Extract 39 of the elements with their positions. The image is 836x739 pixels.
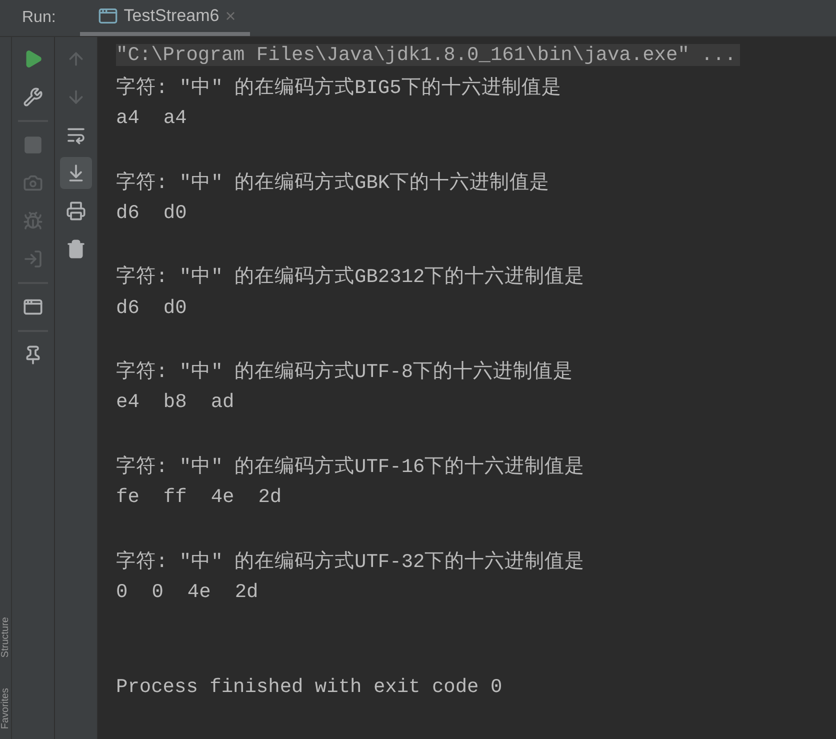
hex-value: a4 (163, 106, 187, 129)
console-tab[interactable]: TestStream6 × (80, 0, 250, 36)
output-line: 字符: "中" 的在编码方式GBK下的十六进制值是 (116, 170, 550, 195)
output-line: 字符: "中" 的在编码方式UTF-8下的十六进制值是 (116, 360, 574, 384)
hex-value: d6 (116, 202, 140, 224)
sign-in-icon (23, 249, 43, 269)
exit-message: Process finished with exit code 0 (116, 676, 502, 698)
output-line: 字符: "中" 的在编码方式BIG5下的十六进制值是 (116, 76, 562, 100)
scroll-to-end-button[interactable] (60, 157, 92, 189)
run-label: Run: (21, 8, 57, 28)
hex-value: ff (163, 486, 187, 508)
hex-value: 0 (116, 580, 128, 603)
hex-value: e4 (116, 391, 140, 414)
hex-value: 4e (210, 486, 234, 508)
hex-value: d0 (163, 202, 187, 224)
output-line: 字符: "中" 的在编码方式GB2312下的十六进制值是 (116, 264, 585, 290)
camera-icon (23, 173, 43, 193)
hex-value: 4e (187, 580, 211, 603)
hex-value: 2d (234, 580, 258, 603)
hex-value: b8 (163, 391, 187, 414)
hex-value: ad (210, 391, 234, 414)
hex-value: d0 (163, 296, 187, 319)
window-icon (98, 6, 118, 26)
output-line: 字符: "中" 的在编码方式UTF-16下的十六进制值是 (116, 454, 585, 480)
window-icon (23, 297, 43, 317)
hex-value: 2d (258, 486, 282, 508)
trash-icon (66, 239, 86, 259)
wrench-icon (23, 87, 43, 107)
hex-value: fe (116, 486, 140, 508)
close-icon[interactable]: × (225, 6, 236, 26)
hex-value: d6 (116, 296, 140, 319)
hex-value: 0 (152, 580, 164, 603)
side-tab-label[interactable]: Favorites (0, 688, 11, 729)
side-tab-label[interactable]: Structure (0, 617, 11, 658)
output-line: 字符: "中" 的在编码方式UTF-32下的十六进制值是 (116, 550, 585, 574)
stop-icon (23, 135, 43, 155)
bug-icon (23, 211, 43, 231)
printer-icon (66, 201, 86, 221)
hex-value: a4 (116, 106, 140, 129)
